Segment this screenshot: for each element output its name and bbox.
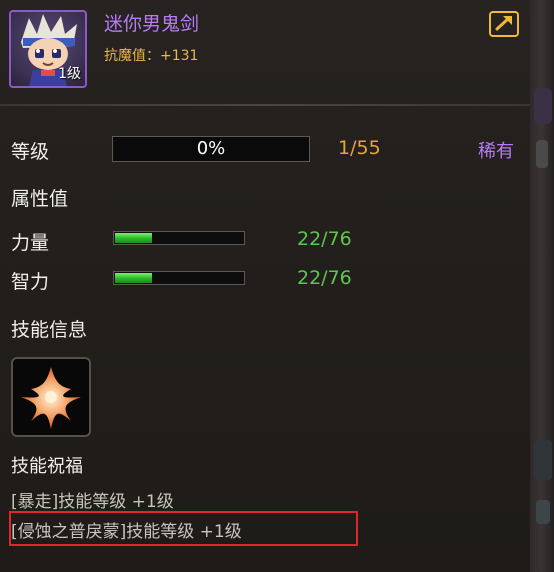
skill-icon-button[interactable] [11, 357, 91, 437]
intelligence-bar-fill [115, 273, 152, 283]
level-progress-bar: 0% [112, 136, 310, 162]
level-count: 1/55 [338, 137, 381, 159]
header-divider [0, 104, 530, 106]
skill-bless-line-1: [暴走]技能等级 +1级 [11, 492, 174, 512]
resist-value: 抗魔值：+131 [104, 48, 199, 64]
level-label: 等级 [11, 141, 50, 163]
character-avatar[interactable]: 1级 [9, 10, 87, 88]
avatar-level-badge: 1级 [58, 66, 81, 82]
level-progress-text: 0% [196, 138, 226, 159]
intelligence-label: 智力 [11, 271, 50, 293]
skill-bless-heading: 技能祝福 [11, 456, 83, 477]
strength-label: 力量 [11, 232, 50, 254]
intelligence-value: 22/76 [297, 267, 352, 289]
background-side-strip [530, 0, 554, 572]
skill-info-heading: 技能信息 [11, 319, 88, 341]
strength-bar [113, 231, 245, 245]
intelligence-bar [113, 271, 245, 285]
strength-value: 22/76 [297, 228, 352, 250]
item-name: 迷你男鬼剑 [104, 13, 200, 35]
share-arrow-icon [495, 16, 512, 31]
attributes-heading: 属性值 [11, 188, 69, 210]
share-button[interactable] [489, 11, 519, 37]
rarity-label: 稀有 [478, 141, 514, 162]
strength-bar-fill [115, 233, 152, 243]
highlight-box [9, 511, 358, 546]
item-tooltip-panel: 1级 迷你男鬼剑 抗魔值：+131 等级 0% 1/55 稀有 属性值 力量 2… [0, 0, 530, 572]
flame-star-icon [21, 367, 81, 429]
